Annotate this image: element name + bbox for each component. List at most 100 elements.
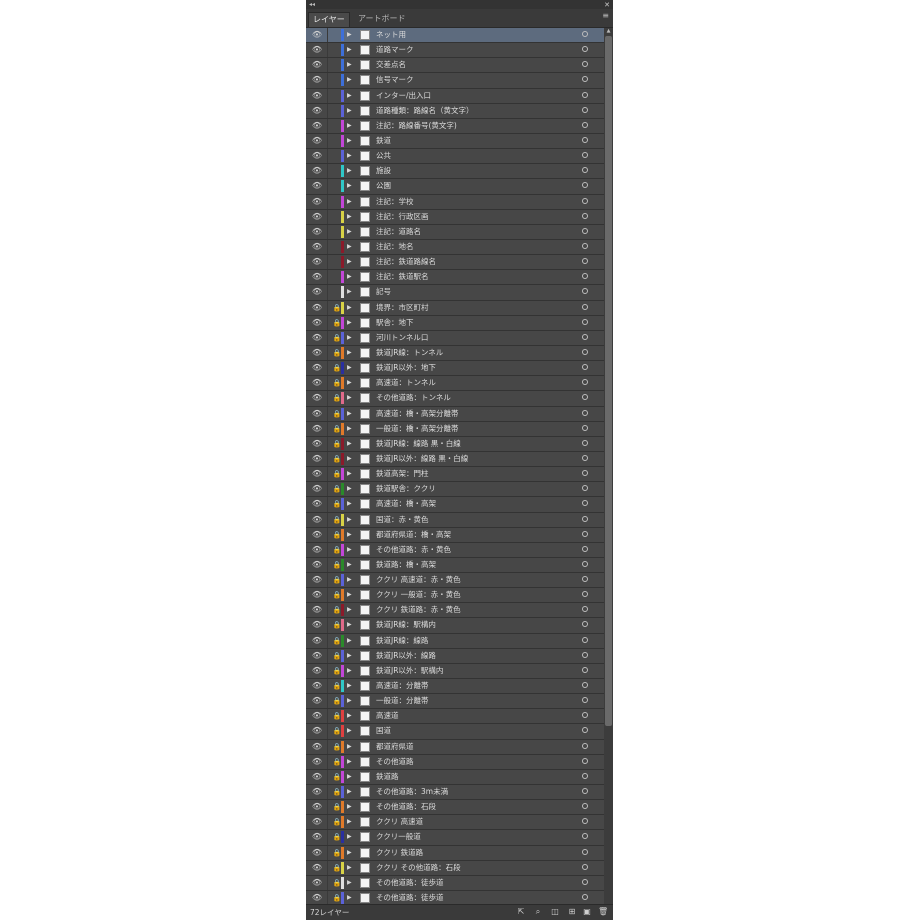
- layer-name[interactable]: 注記：路線番号(黄文字): [376, 119, 457, 133]
- expand-arrow-icon[interactable]: ▶: [347, 742, 355, 752]
- tab-artboards[interactable]: アートボード: [354, 12, 410, 26]
- eye-icon[interactable]: 👁: [311, 863, 323, 873]
- target-circle-icon[interactable]: [582, 878, 588, 885]
- target-circle-icon[interactable]: [582, 560, 588, 567]
- layer-name[interactable]: 高速道: [376, 709, 399, 723]
- layer-name[interactable]: 鉄道路：橋・高架: [376, 558, 436, 572]
- layer-row[interactable]: 👁 ▶ 注記：路線番号(黄文字): [306, 118, 604, 134]
- target-circle-icon[interactable]: [582, 121, 588, 128]
- layer-name[interactable]: 注記：地名: [376, 240, 414, 254]
- expand-arrow-icon[interactable]: ▶: [347, 378, 355, 388]
- expand-arrow-icon[interactable]: ▶: [347, 409, 355, 419]
- layer-row[interactable]: 👁 ▶ 注記：鉄道駅名: [306, 270, 604, 286]
- expand-arrow-icon[interactable]: ▶: [347, 393, 355, 403]
- eye-icon[interactable]: 👁: [311, 545, 323, 555]
- layer-name[interactable]: 鉄道JR線：線路 黒・白線: [376, 437, 461, 451]
- layer-row[interactable]: 👁 🔒 ▶ 鉄道JR以外：地下: [306, 361, 604, 377]
- layer-name[interactable]: 鉄道JR線：線路: [376, 634, 428, 648]
- target-circle-icon[interactable]: [582, 772, 588, 779]
- target-circle-icon[interactable]: [582, 227, 588, 234]
- layer-name[interactable]: 高速道：橋・高架: [376, 497, 436, 511]
- layer-name[interactable]: 鉄道: [376, 134, 391, 148]
- expand-arrow-icon[interactable]: ▶: [347, 893, 355, 903]
- expand-arrow-icon[interactable]: ▶: [347, 636, 355, 646]
- eye-icon[interactable]: 👁: [311, 590, 323, 600]
- target-circle-icon[interactable]: [582, 303, 588, 310]
- eye-icon[interactable]: 👁: [311, 711, 323, 721]
- eye-icon[interactable]: 👁: [311, 45, 323, 55]
- layer-row[interactable]: 👁 🔒 ▶ 河川トンネル口: [306, 330, 604, 346]
- layer-row[interactable]: 👁 🔒 ▶ その他道路：赤・黄色: [306, 542, 604, 558]
- layer-name[interactable]: 施設: [376, 164, 391, 178]
- export-icon[interactable]: ⇱: [516, 907, 526, 917]
- target-circle-icon[interactable]: [582, 318, 588, 325]
- layer-name[interactable]: 鉄道JR以外：線路 黒・白線: [376, 452, 468, 466]
- expand-arrow-icon[interactable]: ▶: [347, 515, 355, 525]
- expand-arrow-icon[interactable]: ▶: [347, 726, 355, 736]
- layer-name[interactable]: 記号: [376, 285, 391, 299]
- expand-arrow-icon[interactable]: ▶: [347, 318, 355, 328]
- layer-name[interactable]: 鉄道JR以外：駅構内: [376, 664, 443, 678]
- scroll-thumb[interactable]: [605, 36, 612, 726]
- layer-row[interactable]: 👁 ▶ 公共: [306, 149, 604, 165]
- layer-row[interactable]: 👁 🔒 ▶ ククリ 高速道: [306, 815, 604, 831]
- layer-row[interactable]: 👁 ▶ 公園: [306, 179, 604, 195]
- collapse-icon[interactable]: ◂◂: [309, 2, 315, 8]
- target-circle-icon[interactable]: [582, 106, 588, 113]
- eye-icon[interactable]: 👁: [311, 30, 323, 40]
- layer-name[interactable]: 鉄道JR線：トンネル: [376, 346, 443, 360]
- target-circle-icon[interactable]: [582, 606, 588, 613]
- layer-name[interactable]: 交差点名: [376, 58, 406, 72]
- target-circle-icon[interactable]: [582, 818, 588, 825]
- expand-arrow-icon[interactable]: ▶: [347, 424, 355, 434]
- expand-arrow-icon[interactable]: ▶: [347, 848, 355, 858]
- target-circle-icon[interactable]: [582, 439, 588, 446]
- expand-arrow-icon[interactable]: ▶: [347, 136, 355, 146]
- eye-icon[interactable]: 👁: [311, 227, 323, 237]
- target-circle-icon[interactable]: [582, 833, 588, 840]
- expand-arrow-icon[interactable]: ▶: [347, 575, 355, 585]
- expand-arrow-icon[interactable]: ▶: [347, 242, 355, 252]
- eye-icon[interactable]: 👁: [311, 469, 323, 479]
- target-circle-icon[interactable]: [582, 485, 588, 492]
- target-circle-icon[interactable]: [582, 894, 588, 901]
- layer-name[interactable]: 注記：行政区画: [376, 210, 429, 224]
- eye-icon[interactable]: 👁: [311, 409, 323, 419]
- expand-arrow-icon[interactable]: ▶: [347, 60, 355, 70]
- layer-row[interactable]: 👁 🔒 ▶ 国道：赤・黄色: [306, 512, 604, 528]
- new-layer-icon[interactable]: ▣: [582, 907, 592, 917]
- layer-row[interactable]: 👁 🔒 ▶ 鉄道JR線：線路 黒・白線: [306, 436, 604, 452]
- target-circle-icon[interactable]: [582, 258, 588, 265]
- expand-arrow-icon[interactable]: ▶: [347, 197, 355, 207]
- layer-row[interactable]: 👁 🔒 ▶ 鉄道JR以外：駅構内: [306, 663, 604, 680]
- layer-row[interactable]: 👁 🔒 ▶ ククリ 鉄道路：赤・黄色: [306, 603, 604, 619]
- target-circle-icon[interactable]: [582, 76, 588, 83]
- eye-icon[interactable]: 👁: [311, 832, 323, 842]
- target-circle-icon[interactable]: [582, 515, 588, 522]
- expand-arrow-icon[interactable]: ▶: [347, 439, 355, 449]
- expand-arrow-icon[interactable]: ▶: [347, 45, 355, 55]
- close-icon[interactable]: ✕: [604, 1, 610, 9]
- layer-name[interactable]: 注記：道路名: [376, 225, 421, 239]
- eye-icon[interactable]: 👁: [311, 515, 323, 525]
- layer-name[interactable]: 鉄道JR線：駅構内: [376, 618, 436, 632]
- eye-icon[interactable]: 👁: [311, 636, 323, 646]
- layer-name[interactable]: 鉄道JR以外：線路: [376, 649, 436, 663]
- target-circle-icon[interactable]: [582, 409, 588, 416]
- eye-icon[interactable]: 👁: [311, 151, 323, 161]
- layer-row[interactable]: 👁 🔒 ▶ 鉄道JR線：トンネル: [306, 345, 604, 362]
- target-circle-icon[interactable]: [582, 136, 588, 143]
- expand-arrow-icon[interactable]: ▶: [347, 711, 355, 721]
- target-circle-icon[interactable]: [582, 666, 588, 673]
- eye-icon[interactable]: 👁: [311, 393, 323, 403]
- layer-row[interactable]: 👁 ▶ 道路種類：路線名（黄文字）: [306, 103, 604, 119]
- eye-icon[interactable]: 👁: [311, 560, 323, 570]
- eye-icon[interactable]: 👁: [311, 348, 323, 358]
- target-circle-icon[interactable]: [582, 31, 588, 37]
- layer-row[interactable]: 👁 ▶ 注記：学校: [306, 194, 604, 210]
- expand-arrow-icon[interactable]: ▶: [347, 484, 355, 494]
- layer-name[interactable]: その他道路：徒歩道: [376, 876, 444, 890]
- layer-row[interactable]: 👁 🔒 ▶ 鉄道高架：門柱: [306, 467, 604, 483]
- layer-row[interactable]: 👁 ▶ 注記：行政区画: [306, 209, 604, 225]
- layer-row[interactable]: 👁 🔒 ▶ 鉄道JR以外：線路 黒・白線: [306, 451, 604, 468]
